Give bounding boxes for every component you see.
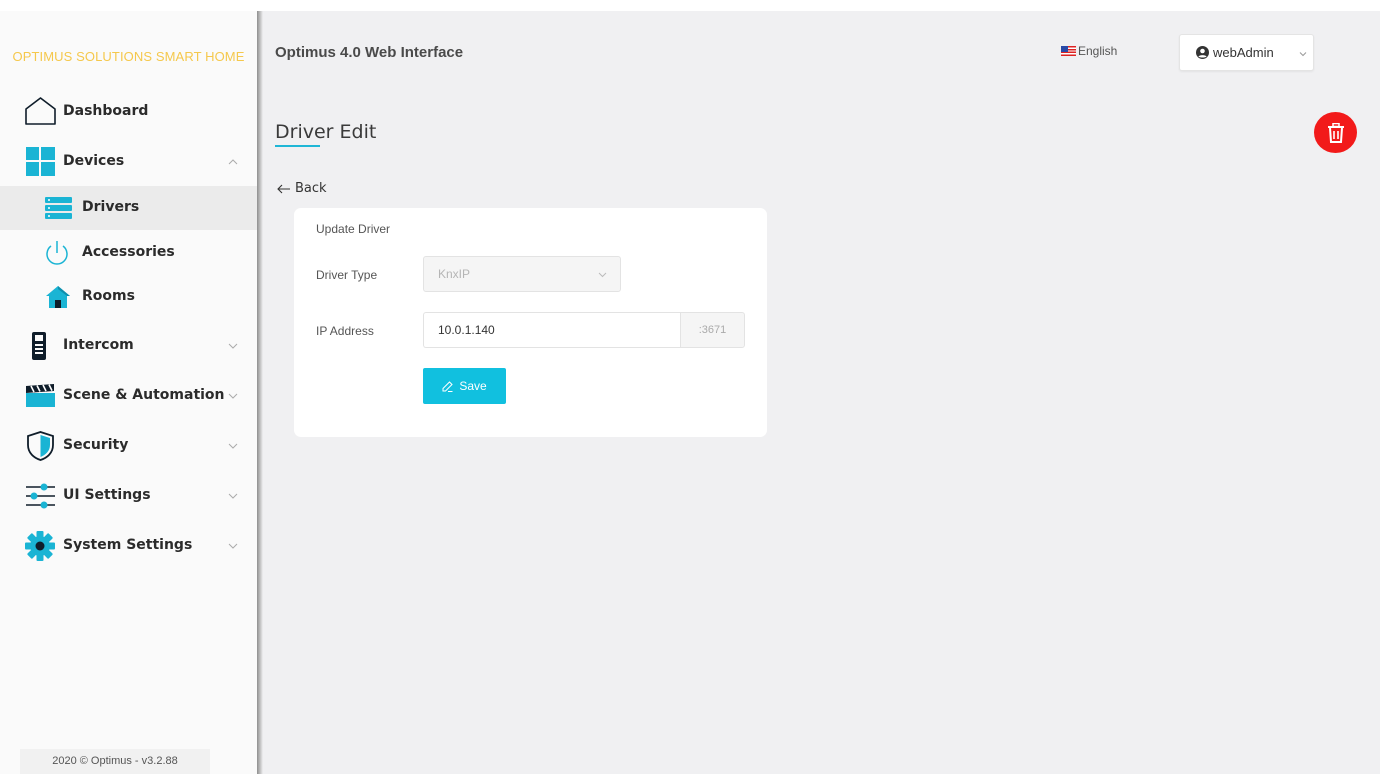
- us-flag-icon: [1061, 46, 1076, 56]
- card-title: Update Driver: [316, 222, 391, 236]
- driver-type-select[interactable]: KnxIP: [423, 256, 621, 292]
- language-label: English: [1078, 44, 1118, 58]
- page-title: Driver Edit: [275, 121, 377, 143]
- driver-type-label: Driver Type: [316, 268, 378, 282]
- version-footer: 2020 © Optimus - v3.2.88: [20, 749, 210, 774]
- sidebar-item-rooms[interactable]: Rooms: [0, 276, 257, 320]
- language-selector[interactable]: English: [1061, 44, 1117, 58]
- server-icon: [45, 197, 72, 219]
- power-icon: [46, 241, 68, 265]
- shield-icon: [27, 431, 54, 461]
- save-button[interactable]: Save: [423, 368, 506, 404]
- brand-name: OPTIMUS SOLUTIONS SMART HOME: [12, 49, 245, 64]
- top-strip: [0, 0, 1380, 11]
- ip-address-label: IP Address: [316, 324, 374, 338]
- sidebar-item-label: Drivers: [82, 199, 140, 215]
- chevron-down-icon: [598, 272, 607, 278]
- sidebar-item-ui-settings[interactable]: UI Settings: [0, 474, 257, 518]
- chevron-up-icon: [228, 159, 238, 165]
- chevron-down-icon: [228, 543, 238, 549]
- save-label: Save: [459, 379, 487, 393]
- chevron-down-icon: [228, 393, 238, 399]
- app-title: Optimus 4.0 Web Interface: [275, 44, 464, 61]
- sidebar-item-label: System Settings: [63, 537, 193, 553]
- sidebar: OPTIMUS SOLUTIONS SMART HOME Dashboard D…: [0, 11, 257, 774]
- sidebar-item-label: Accessories: [82, 244, 175, 260]
- grid-icon: [26, 147, 55, 176]
- sidebar-item-drivers[interactable]: Drivers: [0, 186, 257, 230]
- chevron-down-icon: [228, 493, 238, 499]
- sidebar-shadow: [257, 11, 263, 774]
- delete-driver-button[interactable]: [1314, 112, 1357, 153]
- chevron-down-icon: [228, 443, 238, 449]
- user-name: webAdmin: [1213, 45, 1274, 60]
- sliders-icon: [26, 483, 55, 509]
- sidebar-item-system-settings[interactable]: System Settings: [0, 524, 257, 568]
- user-circle-icon: [1196, 46, 1209, 59]
- sidebar-item-label: Devices: [63, 153, 125, 169]
- chevron-down-icon: [228, 343, 238, 349]
- sidebar-item-devices[interactable]: Devices: [0, 140, 257, 184]
- pencil-icon: [442, 380, 454, 392]
- sidebar-item-label: UI Settings: [63, 487, 151, 503]
- back-label: Back: [295, 181, 327, 196]
- port-addon: :3671: [680, 312, 745, 348]
- user-menu-button[interactable]: webAdmin: [1179, 34, 1314, 71]
- sidebar-item-intercom[interactable]: Intercom: [0, 324, 257, 368]
- sidebar-item-label: Intercom: [63, 337, 134, 353]
- sidebar-item-label: Security: [63, 437, 129, 453]
- chevron-down-icon: [1299, 52, 1307, 57]
- back-link[interactable]: Back: [277, 181, 327, 196]
- title-underline: [275, 145, 320, 147]
- sidebar-item-label: Rooms: [82, 288, 135, 304]
- trash-icon: [1327, 122, 1344, 143]
- sidebar-item-scene-automation[interactable]: Scene & Automation: [0, 374, 257, 418]
- sidebar-item-label: Dashboard: [63, 103, 149, 119]
- sidebar-item-accessories[interactable]: Accessories: [0, 232, 257, 276]
- update-driver-card: Update Driver Driver Type KnxIP IP Addre…: [294, 208, 767, 437]
- sidebar-item-security[interactable]: Security: [0, 424, 257, 468]
- gear-icon: [25, 531, 55, 561]
- sidebar-item-dashboard[interactable]: Dashboard: [0, 90, 257, 134]
- arrow-left-icon: [277, 184, 290, 193]
- ip-address-input[interactable]: [423, 312, 680, 348]
- intercom-icon: [32, 332, 46, 360]
- house-icon: [46, 286, 70, 308]
- sidebar-item-label: Scene & Automation: [63, 387, 225, 403]
- home-outline-icon: [25, 97, 56, 125]
- clapperboard-icon: [26, 384, 55, 407]
